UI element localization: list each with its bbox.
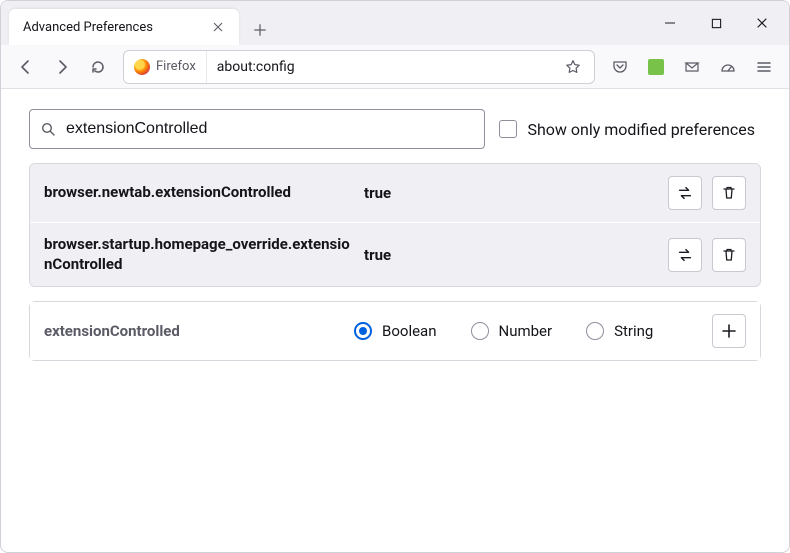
delete-button[interactable]: [712, 176, 746, 210]
radio-boolean-label: Boolean: [382, 322, 437, 340]
add-preference-row: extensionControlled Boolean Number Strin…: [30, 302, 760, 360]
preference-name: browser.startup.homepage_override.extens…: [44, 235, 354, 274]
search-row: Show only modified preferences: [11, 109, 779, 163]
window-controls: [647, 1, 785, 45]
swap-icon: [676, 184, 694, 202]
firefox-icon: [134, 59, 150, 75]
preference-name: browser.newtab.extensionControlled: [44, 183, 354, 203]
forward-button[interactable]: [45, 50, 79, 84]
preference-value: true: [364, 246, 658, 264]
dashboard-icon[interactable]: [711, 50, 745, 84]
tab-title: Advanced Preferences: [23, 20, 207, 35]
add-button[interactable]: [712, 314, 746, 348]
app-menu-button[interactable]: [747, 50, 781, 84]
green-extension-icon: [648, 59, 664, 75]
toolbar-extras: [603, 50, 781, 84]
swap-icon: [676, 246, 694, 264]
radio-boolean[interactable]: [354, 322, 372, 340]
radio-string-label: String: [614, 322, 653, 340]
identity-label: Firefox: [156, 59, 196, 74]
navigation-toolbar: Firefox about:config: [1, 45, 789, 89]
radio-string[interactable]: [586, 322, 604, 340]
radio-number[interactable]: [471, 322, 489, 340]
search-input[interactable]: [66, 120, 474, 138]
toggle-button[interactable]: [668, 238, 702, 272]
show-modified-label: Show only modified preferences: [527, 120, 755, 139]
browser-tab[interactable]: Advanced Preferences: [9, 9, 239, 45]
close-tab-button[interactable]: [207, 16, 229, 38]
back-button[interactable]: [9, 50, 43, 84]
trash-icon: [721, 185, 737, 201]
url-text[interactable]: about:config: [207, 59, 558, 75]
preferences-table: browser.newtab.extensionControlled true …: [29, 163, 761, 287]
site-identity[interactable]: Firefox: [124, 51, 207, 83]
window-titlebar: Advanced Preferences: [1, 1, 789, 45]
plus-icon: [721, 323, 737, 339]
window-maximize-button[interactable]: [693, 1, 739, 45]
toggle-button[interactable]: [668, 176, 702, 210]
inbox-icon[interactable]: [675, 50, 709, 84]
about-config-page: Show only modified preferences browser.n…: [1, 89, 789, 361]
show-modified-checkbox[interactable]: [499, 120, 517, 138]
bookmark-star-button[interactable]: [558, 52, 588, 82]
search-box[interactable]: [29, 109, 485, 149]
type-option-number[interactable]: Number: [471, 322, 553, 340]
address-bar[interactable]: Firefox about:config: [123, 50, 595, 84]
extension-icon[interactable]: [639, 50, 673, 84]
type-option-boolean[interactable]: Boolean: [354, 322, 437, 340]
add-preference-section: extensionControlled Boolean Number Strin…: [29, 301, 761, 361]
preference-row: browser.newtab.extensionControlled true: [30, 164, 760, 223]
delete-button[interactable]: [712, 238, 746, 272]
preference-row: browser.startup.homepage_override.extens…: [30, 223, 760, 286]
pocket-button[interactable]: [603, 50, 637, 84]
tab-strip: Advanced Preferences: [5, 1, 647, 45]
search-icon: [40, 121, 56, 137]
preference-value: true: [364, 184, 658, 202]
new-tab-button[interactable]: [245, 15, 275, 45]
window-minimize-button[interactable]: [647, 1, 693, 45]
show-modified-toggle[interactable]: Show only modified preferences: [499, 120, 761, 139]
type-options: Boolean Number String: [354, 322, 702, 340]
new-preference-name: extensionControlled: [44, 322, 344, 340]
type-option-string[interactable]: String: [586, 322, 653, 340]
window-close-button[interactable]: [739, 1, 785, 45]
reload-button[interactable]: [81, 50, 115, 84]
trash-icon: [721, 247, 737, 263]
radio-number-label: Number: [499, 322, 553, 340]
